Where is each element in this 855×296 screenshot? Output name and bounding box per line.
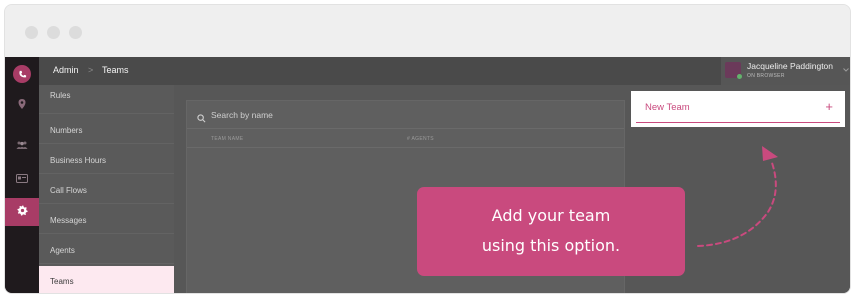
dashed-arrow-icon: [697, 146, 778, 247]
submenu-item-business-hours[interactable]: Business Hours: [39, 145, 174, 174]
new-team-button[interactable]: New Team +: [631, 91, 845, 127]
breadcrumb-current: Teams: [102, 65, 129, 75]
online-status-dot: [737, 74, 742, 79]
new-team-label: New Team: [645, 102, 690, 113]
column-header-agents[interactable]: # AGENTS: [407, 136, 434, 142]
card-icon: [16, 170, 28, 188]
search-input[interactable]: [211, 107, 511, 123]
window-titlebar: [5, 5, 850, 57]
new-team-underline: [636, 121, 840, 123]
rail-item-contacts[interactable]: [5, 165, 39, 193]
phone-logo-icon: [13, 65, 31, 83]
submenu-item-label: Business Hours: [50, 156, 107, 165]
submenu-item-call-flows[interactable]: Call Flows: [39, 175, 174, 204]
table-divider: [187, 147, 624, 148]
admin-submenu: Rules Numbers Business Hours Call Flows …: [39, 85, 174, 293]
user-menu[interactable]: Jacqueline Paddington ON BROWSER: [721, 57, 850, 85]
rail-item-locations[interactable]: [5, 91, 39, 119]
submenu-item-label: Messages: [50, 216, 87, 225]
submenu-item-rules[interactable]: Rules: [39, 85, 174, 114]
callout-line-2: using this option.: [481, 236, 621, 255]
user-status: ON BROWSER: [747, 73, 785, 79]
submenu-item-messages[interactable]: Messages: [39, 205, 174, 234]
callout-line-1: Add your team: [491, 206, 611, 225]
minimize-window-button[interactable]: [47, 26, 60, 39]
column-header-team-name[interactable]: TEAM NAME: [211, 136, 243, 142]
submenu-item-label: Rules: [50, 91, 71, 100]
nav-rail: [5, 57, 39, 293]
submenu-item-label: Numbers: [50, 126, 83, 135]
team-icon: [16, 136, 28, 154]
submenu-item-label: Call Flows: [50, 186, 87, 195]
submenu-item-numbers[interactable]: Numbers: [39, 115, 174, 144]
submenu-item-agents[interactable]: Agents: [39, 235, 174, 264]
rail-item-home[interactable]: [5, 60, 39, 88]
search-icon: [197, 110, 206, 123]
rail-item-teams[interactable]: [5, 131, 39, 159]
submenu-item-teams[interactable]: Teams: [39, 266, 174, 293]
tutorial-callout: Add your team using this option.: [417, 187, 685, 276]
breadcrumb-separator: >: [88, 65, 94, 75]
pin-icon: [18, 96, 26, 114]
user-name: Jacqueline Paddington: [747, 61, 834, 71]
close-window-button[interactable]: [25, 26, 38, 39]
top-bar: Admin > Teams Jacqueline Paddington ON B…: [39, 57, 850, 85]
rail-item-settings[interactable]: [5, 198, 39, 226]
gear-icon: [16, 203, 28, 221]
chevron-down-icon: [843, 65, 849, 74]
plus-icon: +: [825, 99, 833, 114]
submenu-item-label: Agents: [50, 246, 75, 255]
search-bar: [187, 101, 624, 129]
submenu-item-label: Teams: [50, 277, 74, 286]
breadcrumb-admin[interactable]: Admin: [53, 65, 79, 75]
maximize-window-button[interactable]: [69, 26, 82, 39]
